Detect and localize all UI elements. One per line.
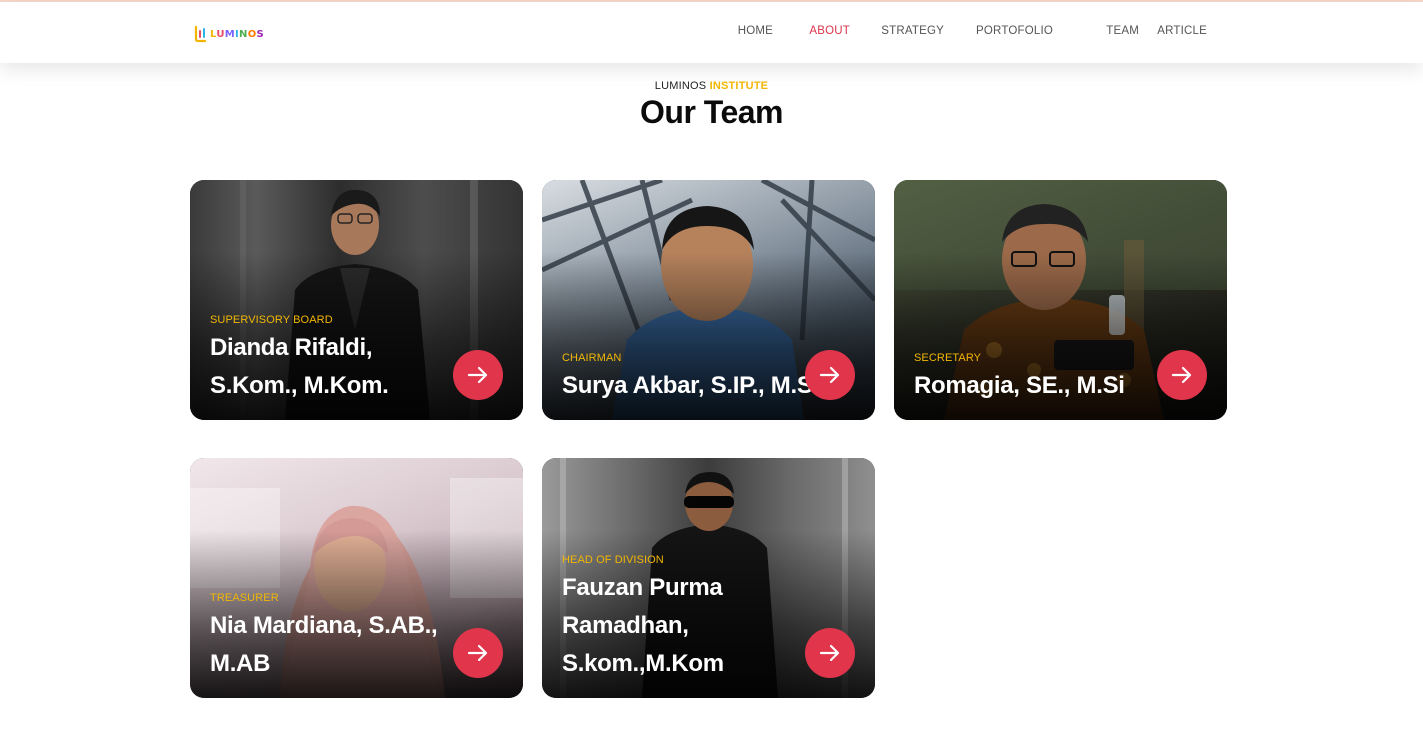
logo-mark-icon	[193, 25, 209, 43]
team-card[interactable]: HEAD OF DIVISION Fauzan Purma Ramadhan, …	[542, 458, 875, 698]
view-profile-button[interactable]	[1157, 350, 1207, 400]
member-role: SUPERVISORY BOARD	[210, 314, 333, 326]
section-eyebrow: LUMINOS INSTITUTE	[0, 80, 1423, 92]
member-role: HEAD OF DIVISION	[562, 554, 664, 566]
member-name: Fauzan Purma Ramadhan, S.kom.,M.Kom	[562, 574, 724, 677]
logo-wordmark: LUMINOS	[210, 28, 265, 40]
arrow-right-icon	[1171, 366, 1192, 384]
nav-team[interactable]: TEAM	[1106, 25, 1139, 37]
member-role: SECRETARY	[914, 352, 982, 364]
arrow-right-icon	[819, 366, 840, 384]
view-profile-button[interactable]	[805, 628, 855, 678]
member-name: Surya Akbar, S.IP., M.Si	[562, 372, 819, 399]
nav-about[interactable]: ABOUT	[809, 25, 850, 37]
team-card[interactable]: SECRETARY Romagia, SE., M.Si	[894, 180, 1227, 420]
arrow-right-icon	[467, 644, 488, 662]
view-profile-button[interactable]	[453, 350, 503, 400]
team-card[interactable]: SUPERVISORY BOARD Dianda Rifaldi, S.Kom.…	[190, 180, 523, 420]
team-card[interactable]: CHAIRMAN Surya Akbar, S.IP., M.Si	[542, 180, 875, 420]
member-role: CHAIRMAN	[562, 352, 622, 364]
arrow-right-icon	[467, 366, 488, 384]
arrow-right-icon	[819, 644, 840, 662]
member-name: Dianda Rifaldi, S.Kom., M.Kom.	[210, 334, 389, 399]
nav-portofolio[interactable]: PORTOFOLIO	[976, 25, 1053, 37]
nav-home[interactable]: HOME	[738, 25, 773, 37]
view-profile-button[interactable]	[805, 350, 855, 400]
nav-strategy[interactable]: STRATEGY	[881, 25, 944, 37]
team-card[interactable]: TREASURER Nia Mardiana, S.AB., M.AB	[190, 458, 523, 698]
nav-article[interactable]: ARTICLE	[1157, 25, 1207, 37]
page-title: Our Team	[640, 94, 784, 130]
member-role: TREASURER	[210, 592, 279, 604]
member-name: Nia Mardiana, S.AB., M.AB	[210, 612, 438, 677]
eyebrow-prefix: LUMINOS	[654, 80, 707, 92]
navbar: LUMINOS HOME ABOUT STRATEGY PORTOFOLIO T…	[0, 2, 1423, 63]
view-profile-button[interactable]	[453, 628, 503, 678]
brand-logo[interactable]: LUMINOS	[193, 24, 264, 44]
eyebrow-highlight: INSTITUTE	[709, 80, 769, 92]
member-name: Romagia, SE., M.Si	[914, 372, 1125, 399]
